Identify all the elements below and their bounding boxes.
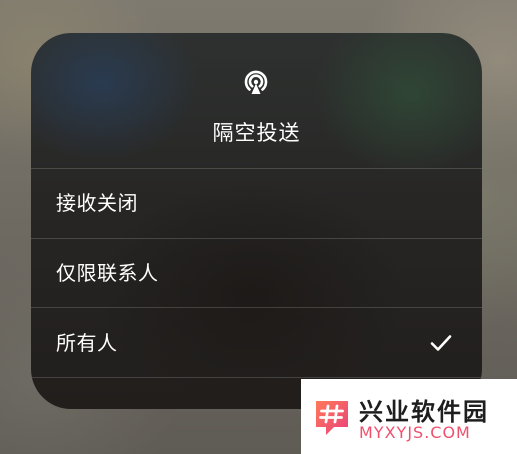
option-label: 所有人 bbox=[56, 331, 118, 355]
option-receiving-off[interactable]: 接收关闭 bbox=[31, 169, 482, 238]
airdrop-icon bbox=[244, 70, 268, 94]
airdrop-menu-panel: 隔空投送 接收关闭 仅限联系人 所有人 bbox=[31, 33, 482, 409]
option-everyone[interactable]: 所有人 bbox=[31, 309, 482, 378]
watermark: 兴业软件园 MYXYJS.COM bbox=[301, 379, 517, 454]
airdrop-title: 隔空投送 bbox=[212, 121, 301, 145]
option-label: 接收关闭 bbox=[56, 191, 138, 215]
checkmark-icon bbox=[430, 335, 452, 351]
divider bbox=[31, 307, 482, 308]
option-contacts-only[interactable]: 仅限联系人 bbox=[31, 239, 482, 308]
watermark-site: MYXYJS.COM bbox=[359, 423, 471, 442]
airdrop-header: 隔空投送 bbox=[31, 33, 482, 168]
divider bbox=[31, 377, 482, 378]
watermark-name: 兴业软件园 bbox=[359, 398, 489, 426]
option-label: 仅限联系人 bbox=[56, 261, 159, 285]
hash-logo-icon bbox=[316, 401, 348, 435]
